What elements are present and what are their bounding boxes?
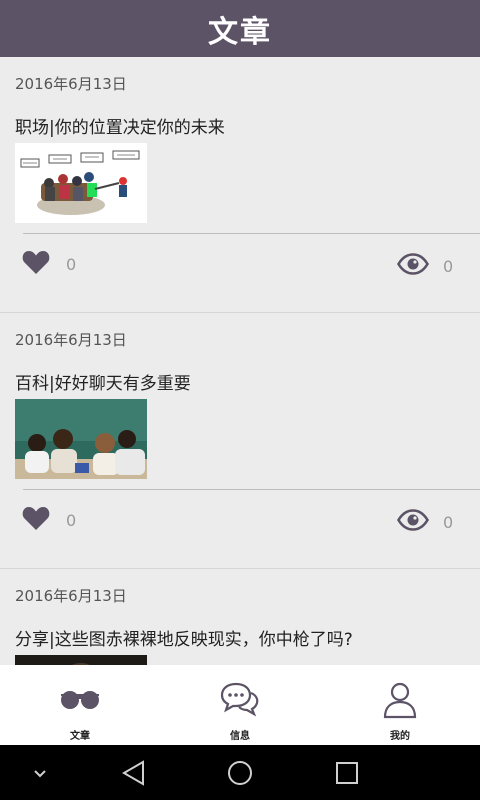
- article-date: 2016年6月13日: [15, 75, 127, 93]
- article-thumbnail[interactable]: [15, 655, 147, 665]
- tab-profile[interactable]: 我的: [320, 665, 480, 745]
- article-card[interactable]: 2016年6月13日 分享|这些图赤裸裸地反映现实，你中枪了吗?: [0, 569, 480, 665]
- heart-icon: [22, 249, 50, 279]
- tab-label: 文章: [70, 731, 90, 742]
- tab-label: 信息: [230, 731, 250, 742]
- home-icon[interactable]: [226, 759, 254, 791]
- like-button[interactable]: 0: [22, 505, 76, 535]
- card-divider: [23, 489, 480, 490]
- like-count: 0: [66, 510, 77, 530]
- bottom-tab-bar: 文章 信息 我的: [0, 665, 480, 745]
- article-date: 2016年6月13日: [15, 587, 127, 605]
- chevron-down-icon[interactable]: [32, 765, 48, 784]
- chat-bubbles-icon: [220, 681, 260, 721]
- eye-icon: [396, 253, 430, 279]
- article-title[interactable]: 职场|你的位置决定你的未来: [15, 113, 225, 138]
- person-icon: [383, 681, 417, 723]
- app-bar: 文章: [0, 0, 480, 57]
- view-count: 0: [443, 256, 454, 276]
- article-title[interactable]: 百科|好好聊天有多重要: [15, 369, 191, 394]
- view-counter: 0: [396, 253, 454, 279]
- view-counter: 0: [396, 509, 454, 535]
- tab-articles[interactable]: 文章: [0, 665, 160, 745]
- recents-icon[interactable]: [334, 759, 360, 791]
- article-title[interactable]: 分享|这些图赤裸裸地反映现实，你中枪了吗?: [15, 625, 353, 650]
- glasses-icon: [58, 681, 102, 721]
- article-feed[interactable]: 2016年6月13日 职场|你的位置决定你的未来 0 0 2016年6月13日 …: [0, 57, 480, 665]
- page-title: 文章: [208, 14, 272, 50]
- system-navigation-bar: [0, 745, 480, 800]
- article-date: 2016年6月13日: [15, 331, 127, 349]
- article-thumbnail[interactable]: [15, 399, 147, 479]
- eye-icon: [396, 509, 430, 535]
- like-button[interactable]: 0: [22, 249, 76, 279]
- article-card[interactable]: 2016年6月13日 百科|好好聊天有多重要 0 0: [0, 313, 480, 569]
- article-card[interactable]: 2016年6月13日 职场|你的位置决定你的未来 0 0: [0, 57, 480, 313]
- heart-icon: [22, 505, 50, 535]
- card-divider: [23, 233, 480, 234]
- back-icon[interactable]: [120, 759, 148, 791]
- view-count: 0: [443, 512, 454, 532]
- article-thumbnail[interactable]: [15, 143, 147, 223]
- tab-label: 我的: [390, 731, 410, 742]
- tab-messages[interactable]: 信息: [160, 665, 320, 745]
- like-count: 0: [66, 254, 77, 274]
